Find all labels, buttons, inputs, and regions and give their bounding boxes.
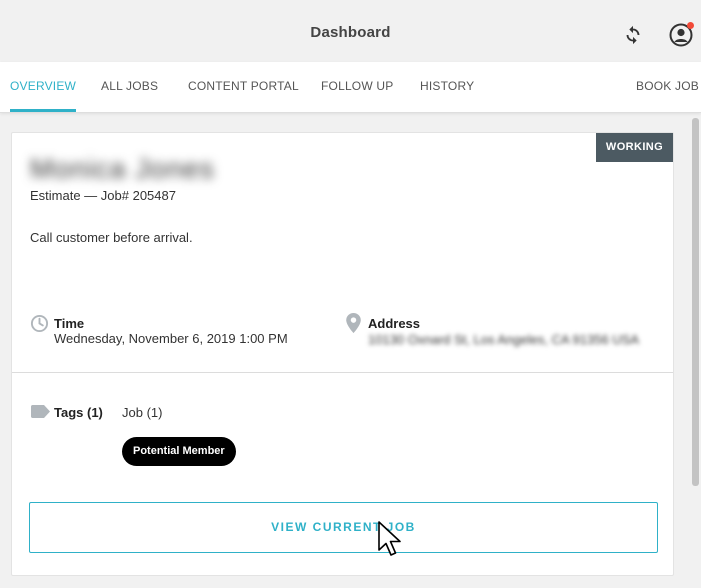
notification-dot: [687, 22, 694, 29]
job-card: WORKING Monica Jones Estimate — Job# 205…: [11, 132, 674, 576]
time-value: Wednesday, November 6, 2019 1:00 PM: [54, 331, 288, 346]
page-title: Dashboard: [310, 24, 391, 41]
scrollbar-thumb[interactable]: [692, 118, 699, 486]
clock-icon: [30, 314, 49, 333]
tab-history[interactable]: HISTORY: [420, 62, 474, 112]
job-tags-label: Job (1): [122, 405, 163, 420]
time-label: Time: [54, 316, 85, 331]
sync-icon[interactable]: [622, 24, 644, 46]
card-divider: [12, 372, 673, 373]
app-header: Dashboard: [0, 0, 701, 62]
job-note: Call customer before arrival.: [30, 230, 193, 245]
status-badge: WORKING: [596, 133, 673, 162]
job-number: Estimate — Job# 205487: [30, 188, 176, 203]
tag-potential-member[interactable]: Potential Member: [122, 437, 236, 466]
address-label: Address: [368, 316, 421, 331]
view-current-job-button[interactable]: VIEW CURRENT JOB: [29, 502, 658, 553]
tags-label: Tags (1): [54, 405, 103, 420]
tab-follow-up[interactable]: FOLLOW UP: [321, 62, 393, 112]
tag-icon: [31, 405, 50, 418]
map-pin-icon: [346, 313, 361, 333]
tab-book-job[interactable]: BOOK JOB: [636, 62, 699, 112]
tab-overview[interactable]: OVERVIEW: [10, 62, 77, 112]
tab-content-portal[interactable]: CONTENT PORTAL: [188, 62, 299, 112]
customer-name: Monica Jones: [30, 153, 215, 184]
tab-all-jobs[interactable]: ALL JOBS: [101, 62, 158, 112]
tab-bar: OVERVIEW ALL JOBS CONTENT PORTAL FOLLOW …: [0, 62, 701, 113]
address-value: 10130 Oxnard St, Los Angeles, CA 91356 U…: [368, 332, 640, 347]
